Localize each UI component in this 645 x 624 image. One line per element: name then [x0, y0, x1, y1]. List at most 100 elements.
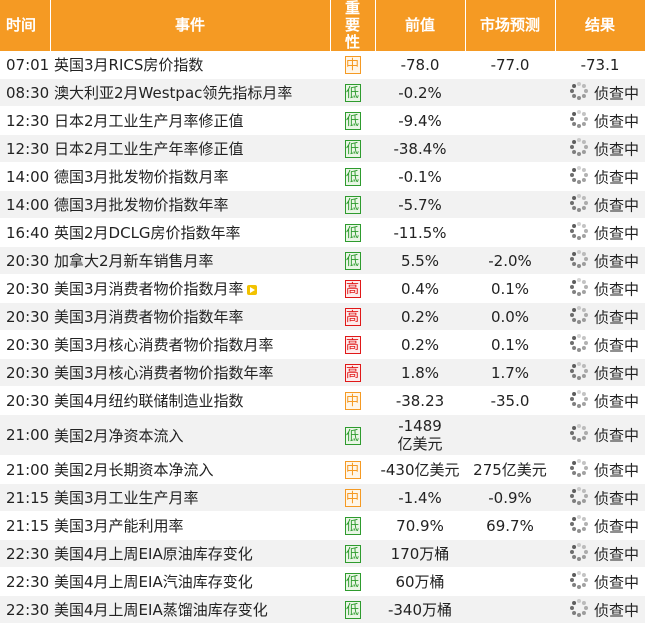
event-name[interactable]: 美国2月净资本流入: [50, 414, 330, 456]
event-name[interactable]: 日本2月工业生产年率修正值: [50, 134, 330, 163]
result-cell: 侦查中: [555, 190, 645, 219]
table-row: 20:30 美国3月核心消费者物价指数年率 高 1.8% 1.7% 侦查中: [0, 358, 645, 387]
event-name[interactable]: 美国4月纽约联储制造业指数: [50, 386, 330, 415]
forecast-value: [465, 414, 555, 456]
play-icon[interactable]: [246, 284, 257, 295]
result-status: 侦查中: [593, 168, 639, 186]
event-name[interactable]: 美国4月上周EIA蒸馏油库存变化: [50, 595, 330, 624]
loading-spinner-icon: [569, 137, 589, 161]
previous-value: -1489亿美元: [375, 414, 465, 456]
event-name-text: 美国4月上周EIA原油库存变化: [54, 545, 253, 563]
event-name[interactable]: 德国3月批发物价指数月率: [50, 162, 330, 191]
table-row: 08:30 澳大利亚2月Westpac领先指标月率 低 -0.2% 侦查中: [0, 78, 645, 107]
event-name[interactable]: 美国2月长期资本净流入: [50, 455, 330, 484]
previous-value: -78.0: [375, 51, 465, 79]
importance-badge: 中: [344, 461, 361, 479]
result-cell: 侦查中: [555, 567, 645, 596]
previous-value: 60万桶: [375, 567, 465, 596]
event-time: 08:30: [0, 78, 50, 107]
previous-value: 0.4%: [375, 274, 465, 303]
event-name[interactable]: 美国4月上周EIA原油库存变化: [50, 539, 330, 568]
table-row: 21:15 美国3月工业生产月率 中 -1.4% -0.9% 侦查中: [0, 483, 645, 512]
result-cell: 侦查中: [555, 218, 645, 247]
event-name[interactable]: 德国3月批发物价指数年率: [50, 190, 330, 219]
event-name[interactable]: 英国2月DCLG房价指数年率: [50, 218, 330, 247]
event-name-text: 日本2月工业生产月率修正值: [54, 112, 244, 130]
result-status: 侦查中: [593, 196, 639, 214]
loading-spinner-icon: [569, 249, 589, 273]
event-name-text: 美国4月上周EIA汽油库存变化: [54, 573, 253, 591]
result-status: 侦查中: [593, 461, 639, 479]
loading-spinner-icon: [569, 542, 589, 566]
forecast-value: [465, 78, 555, 107]
result-status: 侦查中: [593, 489, 639, 507]
result-status: 侦查中: [593, 426, 639, 445]
forecast-value: 1.7%: [465, 358, 555, 387]
forecast-value: -0.9%: [465, 483, 555, 512]
event-name[interactable]: 英国3月RICS房价指数: [50, 51, 330, 79]
importance-cell: 低: [330, 246, 375, 275]
forecast-value: 0.1%: [465, 274, 555, 303]
loading-spinner-icon: [569, 165, 589, 189]
previous-value: -9.4%: [375, 106, 465, 135]
previous-value: 70.9%: [375, 511, 465, 540]
result-status: 侦查中: [593, 517, 639, 535]
table-row: 14:00 德国3月批发物价指数月率 低 -0.1% 侦查中: [0, 162, 645, 191]
previous-value: -0.1%: [375, 162, 465, 191]
event-time: 21:15: [0, 483, 50, 512]
event-name-text: 美国3月消费者物价指数年率: [54, 308, 244, 326]
result-status: 侦查中: [593, 112, 639, 130]
event-name[interactable]: 澳大利亚2月Westpac领先指标月率: [50, 78, 330, 107]
event-name[interactable]: 美国3月工业生产月率: [50, 483, 330, 512]
forecast-value: -2.0%: [465, 246, 555, 275]
event-name[interactable]: 美国3月消费者物价指数年率: [50, 302, 330, 331]
event-name[interactable]: 加拿大2月新车销售月率: [50, 246, 330, 275]
forecast-value: -35.0: [465, 386, 555, 415]
result-status: 侦查中: [593, 601, 639, 619]
importance-badge: 低: [344, 426, 361, 445]
event-name-text: 日本2月工业生产年率修正值: [54, 140, 244, 158]
table-row: 07:01 英国3月RICS房价指数 中 -78.0 -77.0 -73.1: [0, 51, 645, 79]
loading-spinner-icon: [569, 81, 589, 105]
event-name[interactable]: 美国3月核心消费者物价指数年率: [50, 358, 330, 387]
forecast-value: [465, 539, 555, 568]
event-name-text: 澳大利亚2月Westpac领先指标月率: [54, 84, 293, 102]
importance-badge: 中: [344, 392, 361, 410]
event-name[interactable]: 美国3月产能利用率: [50, 511, 330, 540]
forecast-value: 0.0%: [465, 302, 555, 331]
event-name[interactable]: 日本2月工业生产月率修正值: [50, 106, 330, 135]
importance-badge: 高: [344, 336, 361, 354]
event-name-text: 美国2月净资本流入: [54, 426, 184, 445]
result-cell: 侦查中: [555, 330, 645, 359]
forecast-value: [465, 595, 555, 624]
result-status: 侦查中: [593, 545, 639, 563]
event-time: 20:30: [0, 358, 50, 387]
result-status: 侦查中: [593, 336, 639, 354]
table-row: 21:15 美国3月产能利用率 低 70.9% 69.7% 侦查中: [0, 511, 645, 540]
importance-cell: 低: [330, 539, 375, 568]
importance-badge: 低: [344, 545, 361, 563]
result-cell: 侦查中: [555, 455, 645, 484]
result-status: 侦查中: [593, 224, 639, 242]
table-row: 20:30 美国3月消费者物价指数年率 高 0.2% 0.0% 侦查中: [0, 302, 645, 331]
importance-cell: 中: [330, 386, 375, 415]
event-time: 22:30: [0, 595, 50, 624]
result-cell: 侦查中: [555, 78, 645, 107]
header-result: 结果: [555, 0, 645, 51]
loading-spinner-icon: [569, 458, 589, 482]
table-row: 20:30 美国3月消费者物价指数月率 高 0.4% 0.1% 侦查中: [0, 274, 645, 303]
forecast-value: [465, 218, 555, 247]
event-name[interactable]: 美国4月上周EIA汽油库存变化: [50, 567, 330, 596]
result-cell: 侦查中: [555, 106, 645, 135]
previous-value: -38.23: [375, 386, 465, 415]
importance-cell: 高: [330, 302, 375, 331]
event-name-text: 美国4月纽约联储制造业指数: [54, 392, 244, 410]
event-name[interactable]: 美国3月核心消费者物价指数月率: [50, 330, 330, 359]
header-previous: 前值: [375, 0, 466, 51]
event-name[interactable]: 美国3月消费者物价指数月率: [50, 274, 330, 303]
importance-cell: 低: [330, 218, 375, 247]
previous-value: 1.8%: [375, 358, 465, 387]
event-time: 22:30: [0, 539, 50, 568]
table-row: 22:30 美国4月上周EIA蒸馏油库存变化 低 -340万桶 侦查中: [0, 595, 645, 624]
header-event: 事件: [50, 0, 331, 51]
